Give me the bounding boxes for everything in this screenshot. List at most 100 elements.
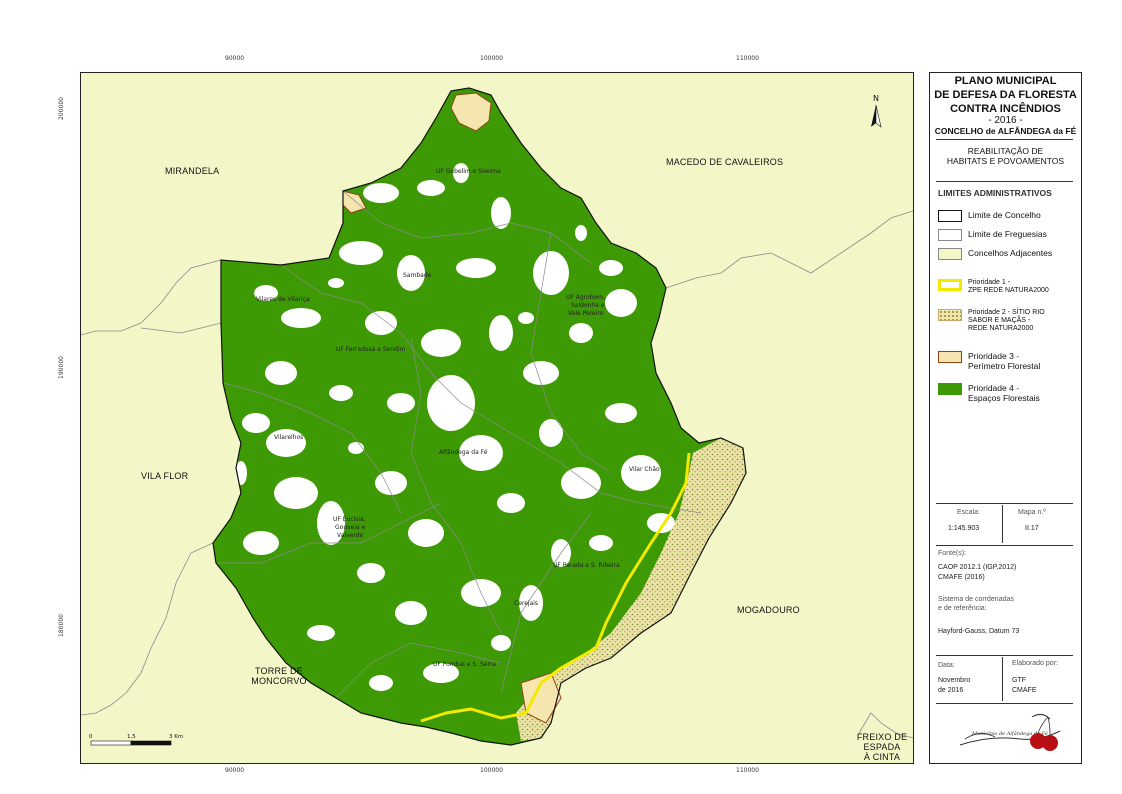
- panel-concelho: CONCELHO de ALFÂNDEGA da FÉ: [934, 126, 1077, 136]
- parish-gebelim: UF Gebelim e Soeima: [436, 168, 501, 175]
- map-theme: REABILITAÇÃO DE HABITATS E POVOAMENTOS: [930, 146, 1081, 166]
- divider: [1002, 657, 1003, 701]
- panel-title-2: DE DEFESA DA FLORESTA: [934, 89, 1077, 101]
- mapa-label: Mapa n.º: [1018, 509, 1046, 516]
- neighbor-freixo-3: À CINTA: [863, 752, 901, 762]
- legend-label: Prioridade 1 - ZPE REDE NATURA2000: [968, 279, 1049, 295]
- divider: [936, 503, 1073, 504]
- parish-vilarelhos: Vilarelhos: [274, 434, 303, 441]
- coord-left-3: 180000: [57, 614, 65, 637]
- swatch-concelho: [938, 210, 962, 222]
- parish-eucisia-2: Gouveia e: [335, 524, 366, 531]
- coord-bottom-3: 110000: [736, 767, 759, 774]
- parish-sambade: Sambade: [403, 272, 432, 279]
- legend-p2-line3: REDE NATURA2000: [968, 325, 1034, 332]
- legend-p1-line2: ZPE REDE NATURA2000: [968, 287, 1049, 294]
- escala-label: Escala:: [957, 509, 980, 516]
- legend-label: Prioridade 4 - Espaços Florestais: [968, 383, 1040, 403]
- map-canvas: UF Gebelim e Soeima Sambade Vilares de V…: [81, 87, 913, 746]
- parish-parada: UF Parada e S. Ribeira: [553, 562, 620, 569]
- legend-p2-line1: Prioridade 2 - SÍTIO RIO: [968, 309, 1045, 316]
- parish-pombal: UF Pombal e S. Serra: [433, 661, 496, 668]
- neighbor-freixo-1: FREIXO DE: [856, 732, 908, 742]
- swatch-priority4: [938, 383, 962, 395]
- coord-bottom-2: 100000: [480, 767, 503, 774]
- mapa-value: II.17: [1025, 525, 1039, 532]
- parish-agrobom-1: UF Agrobom,: [566, 294, 605, 301]
- legend-panel: PLANO MUNICIPAL DE DEFESA DA FLORESTA CO…: [929, 72, 1082, 764]
- neighbor-freixo-2: ESPADA: [863, 742, 901, 752]
- divider: [936, 545, 1073, 546]
- divider: [936, 139, 1073, 140]
- sistema-label-1: Sistema de corrdenadas: [938, 596, 1014, 603]
- legend-item-priority1: Prioridade 1 - ZPE REDE NATURA2000: [938, 279, 1049, 295]
- data-value-2: de 2016: [938, 687, 964, 694]
- parish-cerejais: Cerejais: [514, 600, 538, 607]
- coord-top-1: 90000: [225, 55, 245, 62]
- scale-tick-1: 1,5: [127, 734, 136, 740]
- elaborado-value-1: GTF: [1012, 677, 1026, 684]
- legend-label: Limite de Concelho: [968, 210, 1041, 220]
- legend-p4-line1: Prioridade 4 -: [968, 383, 1020, 393]
- elaborado-value-2: CMAFE: [1012, 687, 1037, 694]
- sistema-label-2: e de referência:: [938, 605, 987, 612]
- neighbor-freixo: FREIXO DE ESPADA À CINTA: [851, 732, 913, 762]
- legend-heading: LIMITES ADMINISTRATIVOS: [938, 188, 1052, 198]
- legend-p4-line2: Espaços Florestais: [968, 393, 1040, 403]
- panel-title-3: CONTRA INCÊNDIOS: [950, 103, 1061, 115]
- parish-agrobom-2: Saldonha e: [571, 302, 605, 309]
- parish-ferradosa: UF Ferradosa e Sendim: [336, 346, 406, 353]
- legend-item-priority2: Prioridade 2 - SÍTIO RIO SABOR E MAÇÃS -…: [938, 309, 1045, 333]
- neighbor-mirandela: MIRANDELA: [165, 166, 220, 176]
- north-label: N: [873, 94, 879, 103]
- legend-item-concelho: Limite de Concelho: [938, 210, 1041, 222]
- map-theme-2: HABITATS E POVOAMENTOS: [946, 156, 1065, 166]
- data-value-1: Novembro: [938, 677, 971, 684]
- fonte-label: Fonte(s):: [938, 550, 967, 557]
- legend-p2-line2: SABOR E MAÇÃS -: [968, 317, 1031, 324]
- municipality-logo: Município de Alfândega da Fé: [959, 713, 1061, 751]
- swatch-priority2: [938, 309, 962, 321]
- elaborado-label: Elaborado por:: [1012, 660, 1058, 667]
- parish-alfandega: Alfândega da Fé: [439, 449, 488, 456]
- legend-item-freguesias: Limite de Freguesias: [938, 229, 1047, 241]
- scale-tick-2: 3 Km: [169, 734, 183, 740]
- scale-tick-0: 0: [89, 734, 93, 740]
- map-frame[interactable]: UF Gebelim e Soeima Sambade Vilares de V…: [80, 72, 914, 764]
- neighbor-vila-flor: VILA FLOR: [141, 471, 189, 481]
- panel-year: - 2016 -: [988, 115, 1023, 126]
- north-arrow-icon: N: [871, 94, 882, 128]
- swatch-freguesias: [938, 229, 962, 241]
- divider: [1002, 505, 1003, 543]
- parish-agrobom-3: Vale Pereiro: [568, 310, 604, 317]
- swatch-priority1: [938, 279, 962, 291]
- coord-left-1: 200000: [57, 97, 65, 120]
- coord-bottom-1: 90000: [225, 767, 245, 774]
- fonte-2: CMAFE (2016): [938, 574, 985, 581]
- forest-areas: [213, 88, 746, 745]
- map-theme-1: REABILITAÇÃO DE: [967, 146, 1044, 156]
- panel-title-1: PLANO MUNICIPAL: [954, 75, 1057, 87]
- legend-label: Limite de Freguesias: [968, 229, 1047, 239]
- divider: [936, 655, 1073, 656]
- legend-item-adjacentes: Concelhos Adjacentes: [938, 248, 1052, 260]
- fonte-1: CAOP 2012.1 (IGP,2012): [938, 564, 1017, 571]
- neighbor-torre-1: TORRE DE: [255, 666, 303, 676]
- parish-eucisia-3: Valverde: [337, 532, 363, 539]
- neighbor-mogadouro: MOGADOURO: [737, 605, 800, 615]
- parish-vilares: Vilares de Vilariça: [256, 296, 310, 303]
- neighbor-torre-2: MONCORVO: [251, 676, 307, 686]
- data-label: Data:: [938, 662, 955, 669]
- legend-item-priority4: Prioridade 4 - Espaços Florestais: [938, 383, 1040, 403]
- escala-value: 1:145.903: [948, 525, 980, 532]
- coord-top-3: 110000: [736, 55, 759, 62]
- swatch-priority3: [938, 351, 962, 363]
- neighbor-macedo: MACEDO DE CAVALEIROS: [666, 157, 784, 167]
- legend-p3-line1: Prioridade 3 -: [968, 351, 1020, 361]
- legend-label: Concelhos Adjacentes: [968, 248, 1053, 258]
- parish-eucisia-1: UF Eucisia,: [333, 516, 366, 523]
- coord-left-2: 190000: [57, 356, 65, 379]
- coord-top-2: 100000: [480, 55, 503, 62]
- neighbor-torre: TORRE DE MONCORVO: [239, 666, 319, 686]
- legend-item-priority3: Prioridade 3 - Perímetro Florestal: [938, 351, 1040, 371]
